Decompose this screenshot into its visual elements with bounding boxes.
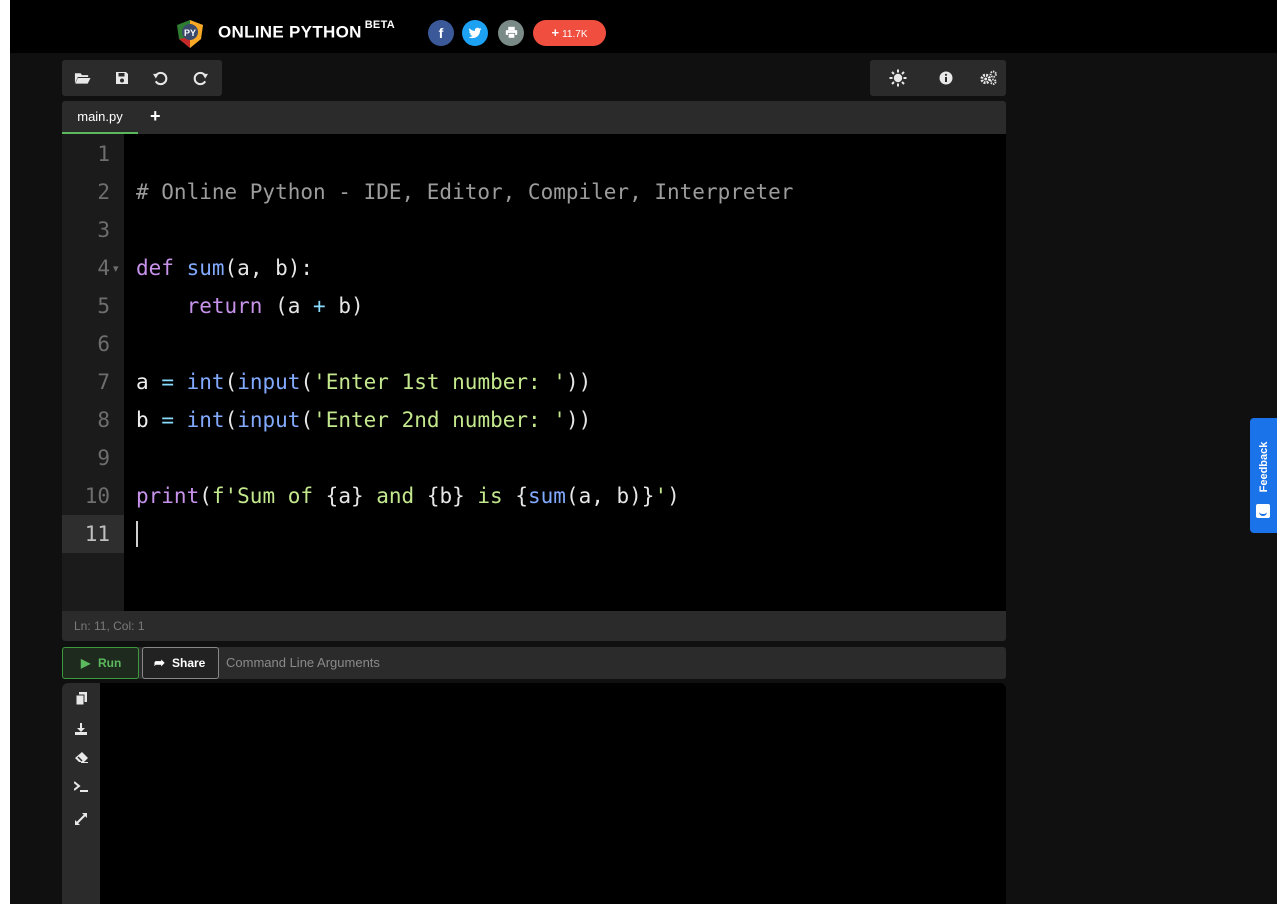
share-button[interactable]: ➦ Share (142, 647, 219, 679)
theme-toggle-button[interactable] (888, 68, 908, 88)
eraser-icon (74, 752, 88, 763)
facebook-icon: f (438, 25, 444, 41)
copy-output-button[interactable] (71, 691, 91, 711)
line-number: 4 (97, 256, 110, 280)
twitter-share-button[interactable] (462, 20, 488, 46)
twitter-icon (468, 27, 482, 39)
copy-icon (75, 692, 87, 706)
line-number-active: 11 (84, 522, 110, 546)
add-tab-button[interactable]: + (150, 106, 161, 127)
print-share-button[interactable] (498, 20, 524, 46)
line-number: 9 (97, 446, 110, 470)
brand-name: ONLINE PYTHON (218, 22, 362, 42)
line-number: 3 (97, 218, 110, 242)
top-bar: PY ONLINE PYTHON BETA f +11.7K (10, 0, 1277, 53)
settings-icon (979, 70, 997, 86)
code-line-5: return (a + b) (186, 294, 364, 318)
logo-text: PY (184, 28, 196, 38)
share-count-button[interactable]: +11.7K (533, 20, 606, 46)
run-controls: ▶ Run ➦ Share (62, 647, 1006, 679)
info-icon (939, 71, 953, 85)
expand-icon (75, 813, 87, 825)
terminal-icon (73, 781, 88, 792)
line-number: 5 (97, 294, 110, 318)
info-button[interactable] (936, 68, 956, 88)
code-line-2: # Online Python - IDE, Editor, Compiler,… (136, 180, 794, 204)
undo-icon (152, 71, 167, 85)
code-line-10: print(f'Sum of {a} and {b} is {sum(a, b)… (136, 484, 680, 508)
line-number: 7 (97, 370, 110, 394)
terminal-sidebar (62, 683, 100, 904)
feedback-tab[interactable]: Feedback (1250, 418, 1277, 533)
file-tab-bar: main.py + (62, 101, 1006, 134)
settings-toolbar (870, 60, 1006, 96)
save-button[interactable] (112, 68, 132, 88)
beta-badge: BETA (364, 19, 396, 31)
settings-button[interactable] (978, 68, 998, 88)
share-arrow-icon: ➦ (154, 655, 165, 670)
code-editor[interactable]: 1 2 3 4 ▾ 5 6 7 8 9 10 11 # Online Pytho… (62, 134, 1006, 611)
editor-status-bar: Ln: 11, Col: 1 (62, 611, 1006, 641)
run-label: Run (98, 656, 122, 670)
open-folder-icon (74, 73, 91, 84)
code-line-7: a = int(input('Enter 1st number: ')) (136, 370, 592, 394)
share-label: Share (172, 656, 206, 670)
file-toolbar (62, 60, 222, 96)
save-icon (116, 72, 128, 84)
line-number-gutter: 1 2 3 4 ▾ 5 6 7 8 9 10 11 (62, 134, 124, 611)
line-number: 10 (84, 484, 110, 508)
clear-output-button[interactable] (71, 749, 91, 769)
undo-button[interactable] (150, 68, 170, 88)
python-shield-logo[interactable]: PY (175, 19, 205, 49)
feedback-label: Feedback (1258, 441, 1270, 493)
share-count-value: 11.7K (562, 29, 588, 40)
download-icon (75, 723, 87, 735)
tab-main-py[interactable]: main.py (62, 101, 138, 134)
theme-icon (889, 69, 907, 87)
text-cursor (136, 521, 138, 547)
open-file-button[interactable] (72, 68, 92, 88)
brand-title[interactable]: ONLINE PYTHON BETA (218, 19, 396, 43)
plus-icon: + (551, 25, 560, 40)
redo-icon (193, 71, 208, 85)
line-number: 2 (97, 180, 110, 204)
redo-button[interactable] (190, 68, 210, 88)
line-number: 6 (97, 332, 110, 356)
download-output-button[interactable] (71, 721, 91, 741)
smile-icon (1256, 504, 1270, 518)
interactive-terminal-button[interactable] (71, 779, 91, 799)
line-number: 1 (97, 142, 110, 166)
facebook-share-button[interactable]: f (428, 20, 454, 46)
output-terminal[interactable] (62, 683, 1006, 904)
code-line-4: def sum(a, b): (136, 256, 314, 280)
code-line-8: b = int(input('Enter 2nd number: ')) (136, 408, 592, 432)
app-window: PY ONLINE PYTHON BETA f +11.7K main.py +… (10, 0, 1277, 904)
line-number: 8 (97, 408, 110, 432)
run-button[interactable]: ▶ Run (62, 647, 139, 679)
printer-icon (505, 26, 517, 39)
fold-arrow-icon[interactable]: ▾ (113, 262, 119, 275)
expand-terminal-button[interactable] (71, 811, 91, 831)
command-line-arguments-input[interactable] (222, 648, 1000, 676)
play-icon: ▶ (81, 656, 91, 670)
cursor-position: Ln: 11, Col: 1 (74, 619, 145, 633)
